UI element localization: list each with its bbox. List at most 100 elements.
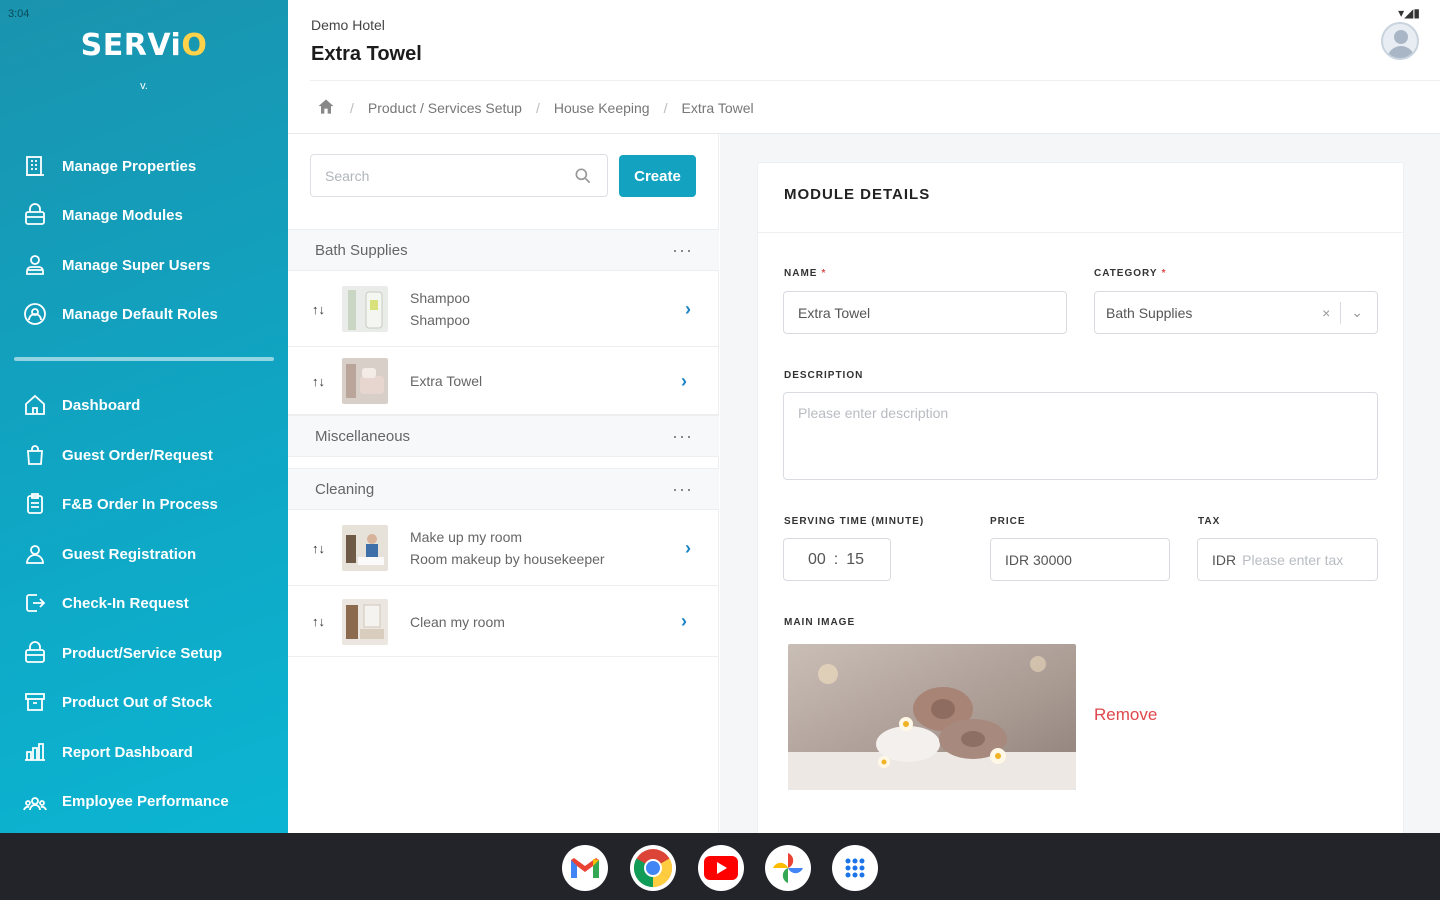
- main-image-label: MAIN IMAGE: [784, 617, 856, 628]
- nav-report-dashboard[interactable]: Report Dashboard: [22, 737, 193, 767]
- launcher-glyph: [845, 858, 865, 878]
- tax-field: IDR: [1197, 538, 1378, 581]
- description-label: DESCRIPTION: [784, 370, 864, 381]
- serving-time-picker[interactable]: 00 : 15: [783, 538, 891, 581]
- page-title: Extra Towel: [311, 43, 422, 65]
- youtube-icon[interactable]: [698, 845, 744, 891]
- nav-product-out-of-stock[interactable]: Product Out of Stock: [22, 687, 212, 717]
- category-select[interactable]: Bath Supplies × ⌄: [1094, 291, 1378, 334]
- breadcrumb-item[interactable]: Product / Services Setup: [368, 100, 522, 116]
- serving-minutes[interactable]: 15: [846, 551, 864, 569]
- more-options-icon[interactable]: ···: [672, 240, 693, 261]
- photos-glyph: [773, 853, 803, 883]
- tax-prefix: IDR: [1212, 551, 1237, 568]
- search-input[interactable]: [325, 167, 565, 184]
- tax-label: TAX: [1198, 516, 1221, 527]
- group-title: Cleaning: [315, 480, 375, 498]
- create-button[interactable]: Create: [619, 155, 696, 197]
- nav-employee-performance[interactable]: Employee Performance: [22, 786, 229, 816]
- app-launcher-icon[interactable]: [832, 845, 878, 891]
- item-subtitle: Shampoo: [410, 312, 470, 328]
- chevron-right-icon: ›: [681, 370, 687, 391]
- nav-manage-default-roles[interactable]: Manage Default Roles: [22, 299, 218, 329]
- checkin-icon: [22, 590, 48, 616]
- tax-input[interactable]: [1242, 551, 1363, 568]
- nav-fb-order-in-process[interactable]: F&B Order In Process: [22, 489, 218, 519]
- sidebar-divider: [14, 357, 274, 361]
- remove-image-link[interactable]: Remove: [1094, 705, 1157, 725]
- app-version: v.: [140, 80, 148, 92]
- item-text: Shampoo Shampoo: [410, 287, 470, 331]
- nav-product-service-setup[interactable]: Product/Service Setup: [22, 638, 222, 668]
- time-separator: :: [833, 550, 839, 568]
- group-header-bath-supplies[interactable]: Bath Supplies ···: [288, 229, 719, 271]
- search-box: [310, 154, 608, 197]
- nav-manage-properties[interactable]: Manage Properties: [22, 151, 196, 181]
- nav-guest-registration[interactable]: Guest Registration: [22, 539, 196, 569]
- team-icon: [22, 788, 48, 814]
- header-divider: [310, 80, 1440, 81]
- sort-icon[interactable]: ↑↓: [312, 374, 332, 389]
- chevron-down-icon[interactable]: ⌄: [1351, 304, 1363, 321]
- clear-icon[interactable]: ×: [1322, 305, 1330, 321]
- item-title: Extra Towel: [410, 373, 483, 389]
- nav-label: F&B Order In Process: [62, 495, 218, 513]
- status-icons: ▾◢▮: [1398, 6, 1420, 20]
- price-input[interactable]: [1005, 551, 1155, 568]
- avatar[interactable]: [1381, 22, 1419, 60]
- person-icon: [22, 541, 48, 567]
- home-icon: [22, 392, 48, 418]
- chrome-icon[interactable]: [630, 845, 676, 891]
- card-divider: [757, 232, 1404, 233]
- sort-icon[interactable]: ↑↓: [312, 614, 332, 629]
- category-value: Bath Supplies: [1106, 304, 1193, 321]
- breadcrumb-item: Extra Towel: [681, 100, 754, 116]
- group-header-miscellaneous[interactable]: Miscellaneous ···: [288, 415, 719, 457]
- item-thumbnail: [342, 598, 388, 645]
- list-item[interactable]: ↑↓ Clean my room ›: [288, 587, 719, 657]
- select-separator: [1340, 301, 1342, 324]
- avatar-head: [1394, 30, 1408, 44]
- nav-label: Check-In Request: [62, 594, 189, 612]
- nav-dashboard[interactable]: Dashboard: [22, 390, 140, 420]
- box-icon: [22, 640, 48, 666]
- breadcrumb-item[interactable]: House Keeping: [554, 100, 650, 116]
- name-input[interactable]: [798, 304, 1052, 321]
- serving-hours[interactable]: 00: [808, 551, 826, 569]
- list-item[interactable]: ↑↓ Make up my room Room makeup by housek…: [288, 511, 719, 586]
- description-field: [783, 392, 1378, 480]
- list-item[interactable]: ↑↓ Shampoo Shampoo ›: [288, 272, 719, 347]
- more-options-icon[interactable]: ···: [672, 426, 693, 447]
- sort-icon[interactable]: ↑↓: [312, 302, 332, 317]
- home-icon[interactable]: [316, 97, 336, 120]
- building-icon: [22, 153, 48, 179]
- item-thumbnail: [342, 286, 388, 332]
- nav-guest-order-request[interactable]: Guest Order/Request: [22, 440, 213, 470]
- nav-manage-modules[interactable]: Manage Modules: [22, 200, 183, 230]
- description-input[interactable]: [798, 393, 1363, 453]
- nav-label: Guest Registration: [62, 545, 197, 563]
- price-label: PRICE: [990, 516, 1026, 527]
- app-logo: SERViO: [80, 28, 208, 63]
- sidebar: 3:04 SERViO v. Manage Properties Manage …: [0, 0, 288, 833]
- list-item[interactable]: ↑↓ Extra Towel ›: [288, 348, 719, 415]
- more-options-icon[interactable]: ···: [672, 479, 693, 500]
- nav-check-in-request[interactable]: Check-In Request: [22, 588, 189, 618]
- search-icon[interactable]: [573, 166, 593, 186]
- item-text: Clean my room: [410, 611, 505, 633]
- gmail-icon[interactable]: [562, 845, 608, 891]
- group-header-cleaning[interactable]: Cleaning ···: [288, 468, 719, 510]
- chart-icon: [22, 739, 48, 765]
- photos-icon[interactable]: [765, 845, 811, 891]
- nav-label: Product/Service Setup: [62, 644, 223, 662]
- nav-manage-super-users[interactable]: Manage Super Users: [22, 250, 210, 280]
- nav-label: Manage Default Roles: [62, 305, 218, 323]
- item-text: Extra Towel: [410, 370, 482, 392]
- sort-icon[interactable]: ↑↓: [312, 541, 332, 556]
- chrome-glyph: [633, 849, 673, 888]
- roles-icon: [22, 301, 48, 327]
- main-image: [788, 644, 1076, 790]
- breadcrumb-separator: /: [350, 100, 354, 116]
- nav-label: Report Dashboard: [62, 743, 193, 761]
- modules-icon: [22, 202, 48, 228]
